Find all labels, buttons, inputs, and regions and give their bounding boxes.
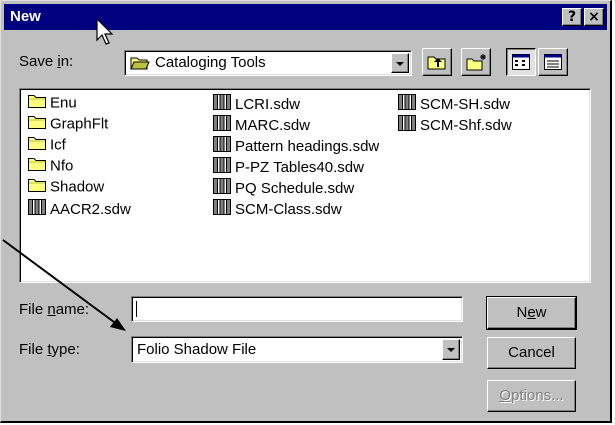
- annotation-arrow: [2, 239, 126, 331]
- mouse-cursor-icon: [96, 18, 114, 45]
